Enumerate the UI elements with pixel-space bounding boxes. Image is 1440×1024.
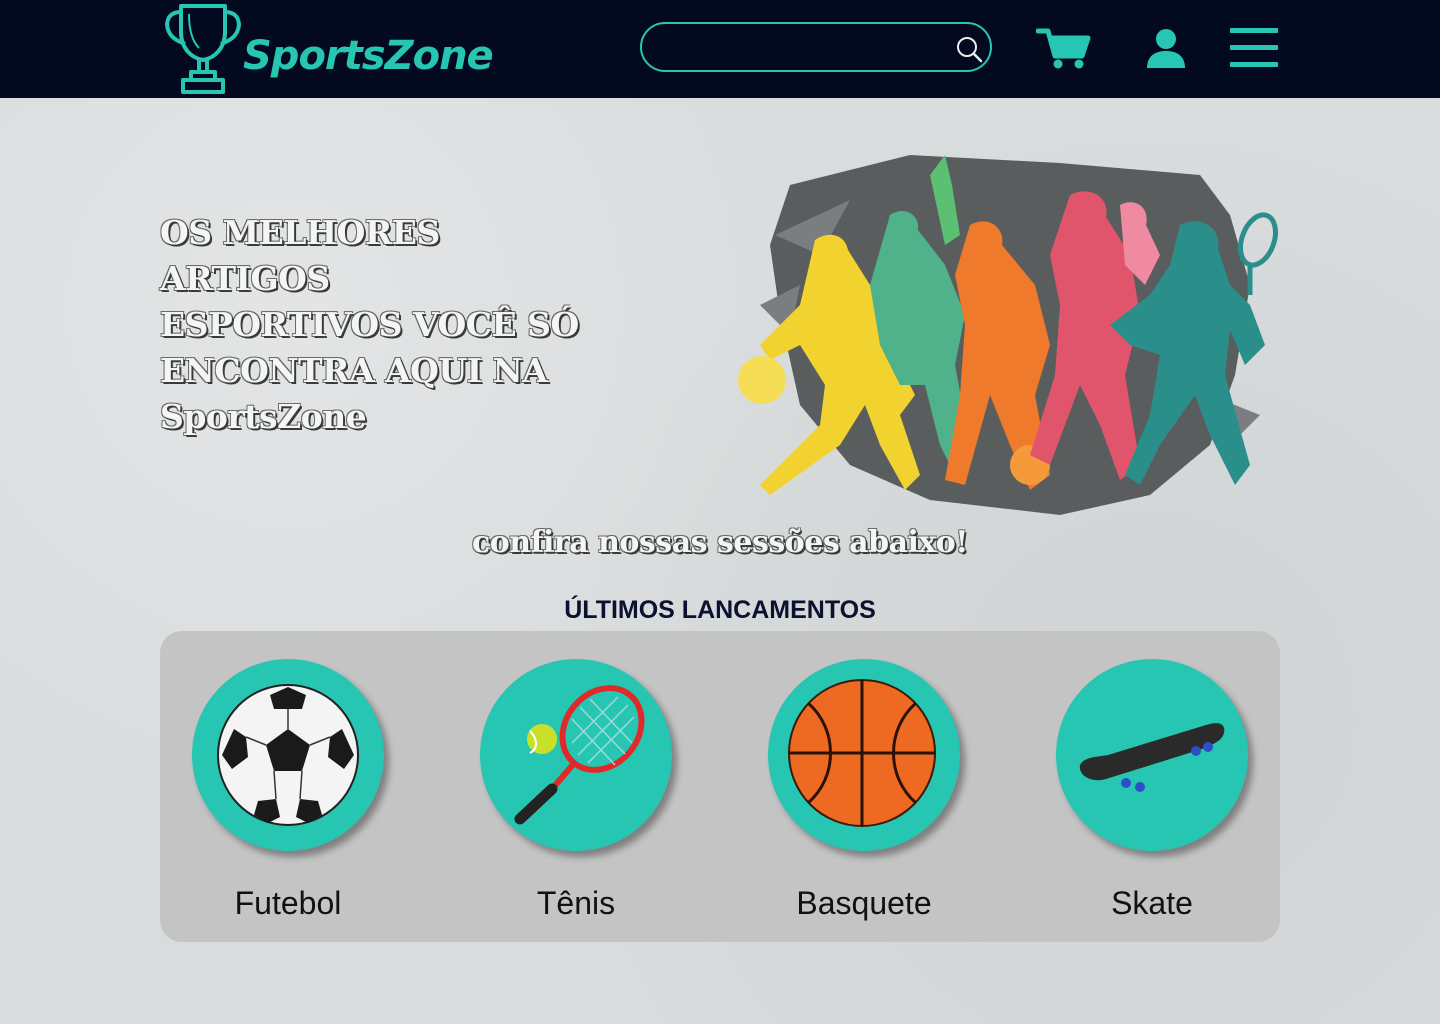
category-circle[interactable]	[192, 659, 384, 851]
trophy-icon[interactable]	[163, 2, 243, 96]
skateboard-icon	[1079, 723, 1225, 792]
menu-icon[interactable]	[1229, 26, 1279, 70]
search-input[interactable]	[660, 32, 950, 62]
category-circle[interactable]	[1056, 659, 1248, 851]
top-header: SportsZone	[0, 0, 1440, 98]
hero-title: OS MELHORES ARTIGOS ESPORTIVOS VOCÊ SÓ E…	[160, 210, 620, 440]
category-card-tenis[interactable]: Tênis	[448, 631, 736, 942]
categories-panel: Futebol Tênis Basquete Skate	[160, 631, 1280, 942]
category-circle[interactable]	[480, 659, 672, 851]
latest-releases-title: ÚLTIMOS LANCAMENTOS	[564, 596, 876, 624]
category-label[interactable]: Basquete	[736, 885, 992, 922]
category-label[interactable]: Skate	[1024, 885, 1280, 922]
soccer-ball-icon	[217, 684, 359, 826]
cart-icon[interactable]	[1036, 26, 1092, 70]
search-icon[interactable]	[954, 34, 984, 64]
hero-title-line: ENCONTRA AQUI NA	[160, 351, 548, 390]
hero-title-line: ESPORTIVOS VOCÊ SÓ	[160, 305, 579, 344]
athletes-illustration	[738, 155, 1278, 515]
brand-logo-text[interactable]: SportsZone	[243, 36, 494, 76]
user-icon[interactable]	[1145, 27, 1187, 69]
hero-title-line: OS MELHORES ARTIGOS	[160, 213, 440, 298]
category-circle[interactable]	[768, 659, 960, 851]
hero-title-brand: SportsZone	[160, 397, 367, 436]
category-card-basquete[interactable]: Basquete	[736, 631, 1024, 942]
category-card-futebol[interactable]: Futebol	[160, 631, 448, 942]
category-card-skate[interactable]: Skate	[1024, 631, 1312, 942]
search-bar[interactable]	[640, 22, 992, 72]
tennis-racket-icon	[514, 685, 645, 825]
basketball-icon	[788, 679, 936, 827]
category-label[interactable]: Tênis	[448, 885, 704, 922]
category-label[interactable]: Futebol	[160, 885, 416, 922]
sections-subtitle: confira nossas sessões abaixo!	[472, 525, 968, 560]
